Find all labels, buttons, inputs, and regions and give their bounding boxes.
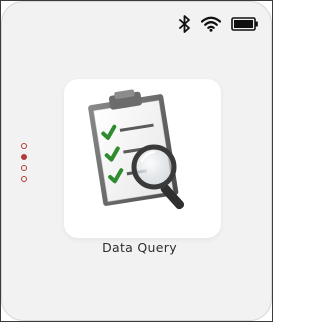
page-indicator[interactable] bbox=[21, 143, 27, 182]
device-screen: Data Query bbox=[1, 1, 272, 321]
status-bar bbox=[179, 14, 259, 34]
wifi-icon bbox=[201, 16, 221, 32]
clipboard-magnifier-icon bbox=[74, 85, 211, 234]
page-dot[interactable] bbox=[21, 176, 27, 182]
data-query-app-tile[interactable] bbox=[64, 79, 221, 238]
page-dot[interactable] bbox=[21, 154, 27, 160]
app-label: Data Query bbox=[102, 240, 177, 255]
battery-icon bbox=[231, 17, 259, 31]
page-dot[interactable] bbox=[21, 165, 27, 171]
page-dot[interactable] bbox=[21, 143, 27, 149]
bluetooth-icon bbox=[179, 15, 191, 33]
